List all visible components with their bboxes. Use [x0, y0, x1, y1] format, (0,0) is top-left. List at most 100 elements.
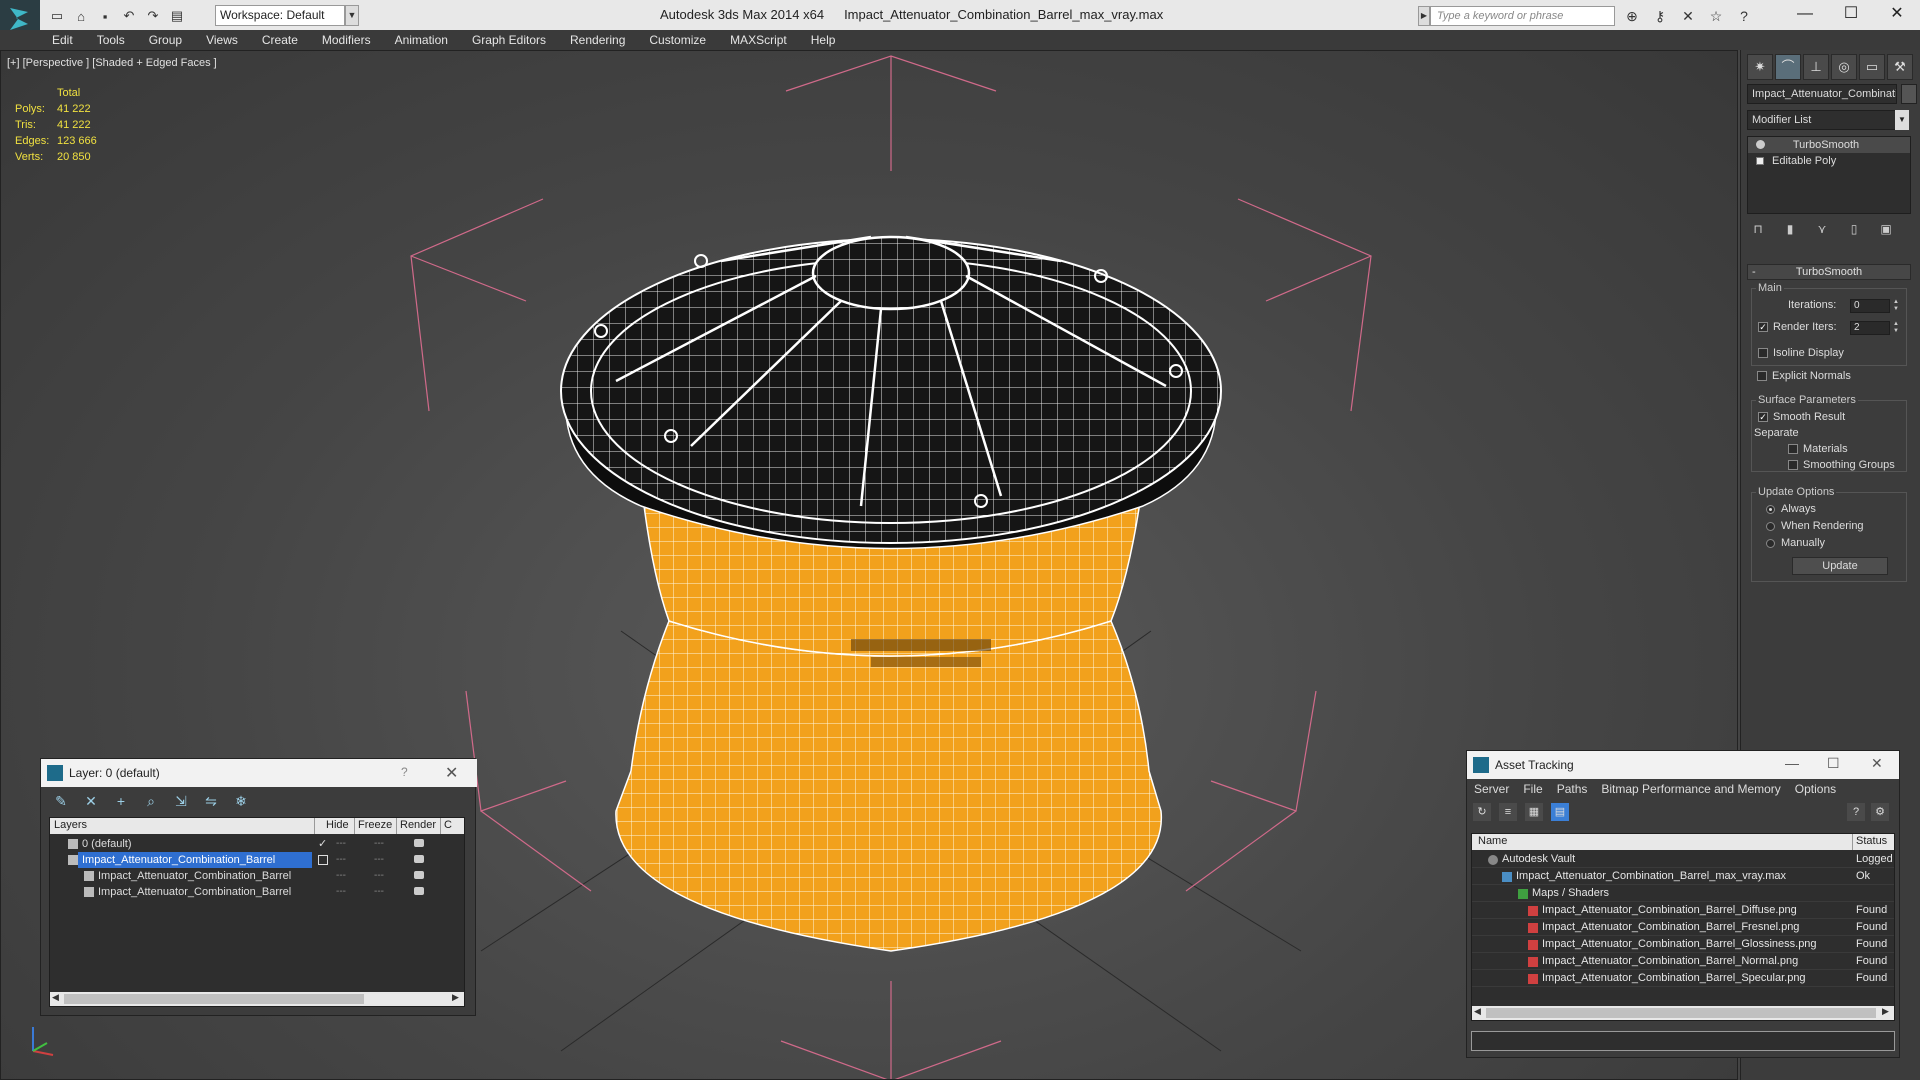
materials-toggle[interactable]: Materials [1788, 443, 1848, 455]
menu-bitmap-performance[interactable]: Bitmap Performance and Memory [1594, 779, 1787, 799]
update-always-radio[interactable]: Always [1766, 503, 1816, 515]
col-render[interactable]: Render [400, 819, 436, 831]
horizontal-scrollbar[interactable]: ◀ ▶ [1472, 1006, 1894, 1020]
layer-window-titlebar[interactable]: Layer: 0 (default) ? ✕ [41, 759, 477, 787]
layer-row[interactable]: 0 (default) ✓ --- --- [50, 836, 464, 852]
undo-icon[interactable]: ↶ [120, 7, 138, 25]
create-layer-icon[interactable]: ✎ [51, 791, 71, 811]
teapot-render-icon[interactable] [414, 855, 424, 863]
checkbox-checked-icon[interactable]: ✓ [1758, 322, 1768, 332]
scroll-right-icon[interactable]: ▶ [452, 992, 459, 1003]
asset-window-titlebar[interactable]: Asset Tracking — ☐ ✕ [1467, 751, 1899, 779]
menu-help[interactable]: Help [799, 30, 848, 50]
chevron-down-icon[interactable]: ▼ [1895, 110, 1909, 130]
teapot-render-icon[interactable] [414, 839, 424, 847]
asset-row[interactable]: Impact_Attenuator_Combination_Barrel_Fre… [1472, 919, 1894, 936]
asset-row[interactable]: Autodesk Vault Logged [1472, 851, 1894, 868]
menu-views[interactable]: Views [194, 30, 250, 50]
menu-maxscript[interactable]: MAXScript [718, 30, 799, 50]
freeze-toggle[interactable]: --- [374, 836, 384, 852]
thumbnail-view-icon[interactable]: ▦ [1525, 803, 1543, 821]
menu-rendering[interactable]: Rendering [558, 30, 637, 50]
modifier-list-dropdown[interactable]: Modifier List [1747, 110, 1907, 130]
save-icon[interactable]: ▪ [96, 7, 114, 25]
help-icon[interactable]: ? [1734, 6, 1754, 26]
maximize-button[interactable]: ☐ [1827, 755, 1840, 772]
layer-row[interactable]: Impact_Attenuator_Combination_Barrel ---… [50, 868, 464, 884]
asset-row[interactable]: Impact_Attenuator_Combination_Barrel_Nor… [1472, 953, 1894, 970]
display-tab-icon[interactable]: ▭ [1859, 54, 1885, 80]
select-objects-icon[interactable]: ⌕ [141, 791, 161, 811]
asset-row[interactable]: Impact_Attenuator_Combination_Barrel_Glo… [1472, 936, 1894, 953]
teapot-render-icon[interactable] [414, 887, 424, 895]
settings-icon[interactable]: ⚙ [1871, 803, 1889, 821]
scroll-left-icon[interactable]: ◀ [52, 992, 59, 1003]
col-hide[interactable]: Hide [326, 819, 349, 831]
table-view-icon[interactable]: ▤ [1551, 803, 1569, 821]
hide-toggle[interactable]: --- [336, 868, 346, 884]
expand-arrow-icon[interactable]: ▶ [1418, 6, 1430, 26]
col-name[interactable]: Name [1478, 835, 1507, 847]
layer-row[interactable]: Impact_Attenuator_Combination_Barrel ---… [50, 852, 464, 868]
show-end-result-icon[interactable]: ▮ [1781, 220, 1799, 238]
make-unique-icon[interactable]: ⋎ [1813, 220, 1831, 238]
help-icon[interactable]: ? [1847, 803, 1865, 821]
maximize-button[interactable]: ☐ [1828, 0, 1874, 30]
asset-row[interactable]: Impact_Attenuator_Combination_Barrel_Dif… [1472, 902, 1894, 919]
col-layers[interactable]: Layers [54, 819, 87, 831]
spinner-arrows-icon[interactable]: ▲ ▼ [1892, 299, 1900, 313]
object-name-field[interactable]: Impact_Attenuator_Combinati [1747, 84, 1897, 104]
workspace-select[interactable]: Workspace: Default [215, 5, 345, 26]
menu-options[interactable]: Options [1788, 779, 1843, 799]
update-manually-radio[interactable]: Manually [1766, 537, 1825, 549]
current-layer-check-icon[interactable]: ✓ [318, 836, 327, 852]
menu-modifiers[interactable]: Modifiers [310, 30, 383, 50]
project-folder-icon[interactable]: ▤ [168, 7, 186, 25]
help-button[interactable]: ? [401, 765, 408, 779]
smooth-result-toggle[interactable]: ✓ Smooth Result [1758, 411, 1845, 423]
stack-item-turbosmooth[interactable]: TurboSmooth [1748, 137, 1910, 153]
col-status[interactable]: Status [1856, 835, 1887, 847]
smoothing-groups-toggle[interactable]: Smoothing Groups [1788, 459, 1895, 471]
viewport-label[interactable]: [+] [Perspective ] [Shaded + Edged Faces… [7, 57, 217, 69]
col-freeze[interactable]: Freeze [358, 819, 392, 831]
freeze-toggle[interactable]: --- [374, 868, 384, 884]
open-file-icon[interactable]: ⌂ [72, 7, 90, 25]
freeze-toggle[interactable]: --- [374, 852, 384, 868]
layer-row[interactable]: Impact_Attenuator_Combination_Barrel ---… [50, 884, 464, 900]
close-button[interactable]: ✕ [1874, 0, 1920, 30]
menu-file[interactable]: File [1516, 779, 1549, 799]
menu-edit[interactable]: Edit [40, 30, 85, 50]
scroll-right-icon[interactable]: ▶ [1882, 1006, 1889, 1017]
search-input[interactable]: Type a keyword or phrase [1430, 6, 1615, 26]
asset-path-field[interactable] [1471, 1031, 1895, 1051]
lightbulb-icon[interactable] [1756, 140, 1765, 149]
modify-tab-icon[interactable]: ⌒ [1775, 54, 1801, 80]
key-icon[interactable]: ⚷ [1650, 6, 1670, 26]
hide-toggle[interactable]: --- [336, 836, 346, 852]
list-view-icon[interactable]: ≡ [1499, 803, 1517, 821]
menu-tools[interactable]: Tools [85, 30, 137, 50]
isoline-display-toggle[interactable]: Isoline Display [1758, 347, 1844, 359]
freeze-toggle[interactable]: --- [374, 884, 384, 900]
render-iters-spinner[interactable]: 2 [1850, 321, 1890, 335]
menu-server[interactable]: Server [1467, 779, 1516, 799]
delete-layer-icon[interactable]: ✕ [81, 791, 101, 811]
motion-tab-icon[interactable]: ◎ [1831, 54, 1857, 80]
stack-item-editable-poly[interactable]: Editable Poly [1748, 153, 1910, 169]
hide-toggle[interactable]: --- [336, 884, 346, 900]
close-icon[interactable]: ✕ [1871, 755, 1883, 772]
horizontal-scrollbar[interactable]: ◀ ▶ [50, 992, 464, 1006]
new-file-icon[interactable]: ▭ [48, 7, 66, 25]
menu-create[interactable]: Create [250, 30, 310, 50]
binoculars-icon[interactable]: ⊕ [1622, 6, 1642, 26]
turbosmooth-rollout-header[interactable]: - TurboSmooth [1747, 264, 1911, 280]
menu-graph-editors[interactable]: Graph Editors [460, 30, 558, 50]
update-when-rendering-radio[interactable]: When Rendering [1766, 520, 1864, 532]
minimize-button[interactable]: — [1782, 0, 1828, 30]
menu-paths[interactable]: Paths [1550, 779, 1595, 799]
add-selected-icon[interactable]: + [111, 791, 131, 811]
iterations-spinner[interactable]: 0 [1850, 299, 1890, 313]
refresh-icon[interactable]: ↻ [1473, 803, 1491, 821]
exchange-icon[interactable]: ✕ [1678, 6, 1698, 26]
